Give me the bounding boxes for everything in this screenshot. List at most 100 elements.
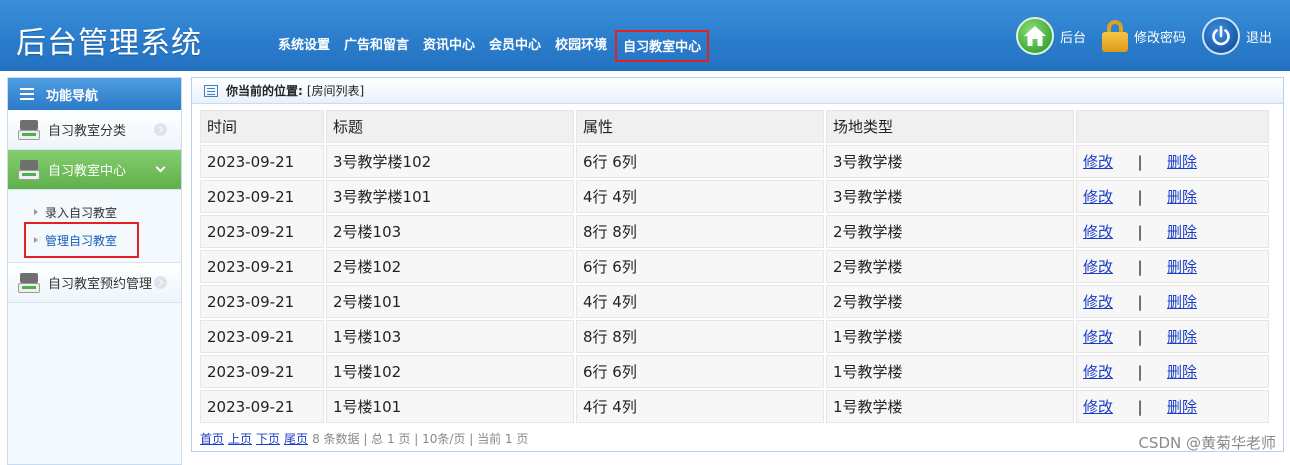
cell-venue-type: 2号教学楼 [826, 285, 1074, 318]
sidebar-title: 功能导航 [46, 88, 99, 104]
header-bar: 后台管理系统 系统设置 广告和留言 资讯中心 会员中心 校园环境 自习教室中心 … [0, 0, 1290, 71]
delete-link[interactable]: 删除 [1167, 258, 1197, 276]
action-separator: | [1137, 188, 1143, 206]
cell-venue-type: 3号教学楼 [826, 180, 1074, 213]
sidebar-group-room-center[interactable]: 自习教室中心 [8, 150, 181, 190]
action-separator: | [1137, 363, 1143, 381]
column-header-time: 时间 [200, 110, 324, 143]
edit-link[interactable]: 修改 [1083, 153, 1113, 171]
cell-time: 2023-09-21 [200, 180, 324, 213]
nav-system-settings[interactable]: 系统设置 [272, 30, 336, 62]
sidebar-group-room-category[interactable]: 自习教室分类 [8, 110, 181, 150]
delete-link[interactable]: 删除 [1167, 328, 1197, 346]
room-table: 时间 标题 属性 场地类型 2023-09-21 3号教学楼102 6行 6列 3号教… [198, 108, 1271, 425]
sidebar-item-add-room[interactable]: 录入自习教室 [34, 198, 117, 226]
delete-link[interactable]: 删除 [1167, 188, 1197, 206]
nav-campus-environment[interactable]: 校园环境 [549, 30, 613, 62]
pager-first-link[interactable]: 首页 [200, 432, 224, 446]
main-panel: 你当前的位置: [房间列表] 时间 标题 属性 场地类型 2023-09-21 3… [191, 77, 1284, 452]
cell-venue-type: 1号教学楼 [826, 320, 1074, 353]
action-separator: | [1137, 398, 1143, 416]
table-row: 2023-09-21 1号楼103 8行 8列 1号教学楼 修改 | 删除 [200, 320, 1269, 353]
table-row: 2023-09-21 2号楼101 4行 4列 2号教学楼 修改 | 删除 [200, 285, 1269, 318]
edit-link[interactable]: 修改 [1083, 363, 1113, 381]
nav-ads-messages[interactable]: 广告和留言 [338, 30, 415, 62]
cell-time: 2023-09-21 [200, 250, 324, 283]
column-header-venue-type: 场地类型 [826, 110, 1074, 143]
sidebar-item-manage-room[interactable]: 管理自习教室 [23, 222, 140, 258]
cell-time: 2023-09-21 [200, 355, 324, 388]
cell-actions: 修改 | 删除 [1076, 320, 1269, 353]
pager-prev-link[interactable]: 上页 [228, 432, 252, 446]
cell-title: 2号楼101 [326, 285, 574, 318]
cell-actions: 修改 | 删除 [1076, 390, 1269, 423]
edit-link[interactable]: 修改 [1083, 188, 1113, 206]
action-separator: | [1137, 293, 1143, 311]
delete-link[interactable]: 删除 [1167, 293, 1197, 311]
cell-title: 3号教学楼102 [326, 145, 574, 178]
document-icon [204, 84, 218, 97]
brand-title: 后台管理系统 [16, 26, 202, 61]
sidebar-header: 功能导航 [8, 78, 181, 110]
sidebar-submenu: 录入自习教室 管理自习教室 [8, 190, 181, 263]
cell-attribute: 8行 8列 [576, 320, 824, 353]
cell-time: 2023-09-21 [200, 145, 324, 178]
chevron-down-icon [154, 163, 167, 176]
pager-last-link[interactable]: 尾页 [284, 432, 308, 446]
nav-study-room-center[interactable]: 自习教室中心 [615, 30, 710, 62]
cell-venue-type: 1号教学楼 [826, 390, 1074, 423]
table-row: 2023-09-21 1号楼101 4行 4列 1号教学楼 修改 | 删除 [200, 390, 1269, 423]
cell-title: 3号教学楼101 [326, 180, 574, 213]
cell-title: 2号楼103 [326, 215, 574, 248]
breadcrumb-value: [房间列表] [306, 84, 365, 98]
delete-link[interactable]: 删除 [1167, 223, 1197, 241]
cell-actions: 修改 | 删除 [1076, 180, 1269, 213]
delete-link[interactable]: 删除 [1167, 363, 1197, 381]
action-separator: | [1137, 328, 1143, 346]
delete-link[interactable]: 删除 [1167, 153, 1197, 171]
pager-next-link[interactable]: 下页 [256, 432, 280, 446]
cell-actions: 修改 | 删除 [1076, 215, 1269, 248]
top-nav: 系统设置 广告和留言 资讯中心 会员中心 校园环境 自习教室中心 [272, 30, 711, 62]
cell-attribute: 4行 4列 [576, 390, 824, 423]
cell-title: 2号楼102 [326, 250, 574, 283]
edit-link[interactable]: 修改 [1083, 223, 1113, 241]
home-button[interactable]: 后台 [1015, 17, 1086, 55]
sidebar-group-label: 自习教室中心 [48, 164, 127, 179]
table-row: 2023-09-21 1号楼102 6行 6列 1号教学楼 修改 | 删除 [200, 355, 1269, 388]
cell-actions: 修改 | 删除 [1076, 145, 1269, 178]
breadcrumb: 你当前的位置: [房间列表] [192, 78, 1283, 104]
sidebar-group-reservation[interactable]: 自习教室预约管理 [8, 263, 181, 303]
sidebar-group-label: 自习教室预约管理 [48, 277, 153, 292]
cell-time: 2023-09-21 [200, 320, 324, 353]
sidebar: 功能导航 自习教室分类 自习教室中心 录入自习教室 管理自习教室 自习教室预约管… [7, 77, 182, 465]
edit-link[interactable]: 修改 [1083, 293, 1113, 311]
logout-label: 退出 [1245, 30, 1272, 46]
cell-attribute: 6行 6列 [576, 145, 824, 178]
table-row: 2023-09-21 2号楼103 8行 8列 2号教学楼 修改 | 删除 [200, 215, 1269, 248]
chevron-right-icon [154, 123, 167, 136]
column-header-actions [1076, 110, 1269, 143]
computer-icon [18, 272, 40, 294]
pagination: 首页 上页 下页 尾页 8 条数据 | 总 1 页 | 10条/页 | 当前 1 页 [200, 430, 528, 447]
cell-title: 1号楼101 [326, 390, 574, 423]
cell-venue-type: 1号教学楼 [826, 355, 1074, 388]
edit-link[interactable]: 修改 [1083, 328, 1113, 346]
nav-member-center[interactable]: 会员中心 [483, 30, 547, 62]
nav-news-center[interactable]: 资讯中心 [417, 30, 481, 62]
pager-summary: 8 条数据 | 总 1 页 | 10条/页 | 当前 1 页 [312, 432, 529, 446]
table-row: 2023-09-21 3号教学楼101 4行 4列 3号教学楼 修改 | 删除 [200, 180, 1269, 213]
action-separator: | [1137, 223, 1143, 241]
cell-time: 2023-09-21 [200, 215, 324, 248]
logout-button[interactable]: 退出 [1201, 17, 1272, 55]
chevron-right-icon [154, 276, 167, 289]
menu-list-icon [20, 88, 34, 100]
table-row: 2023-09-21 2号楼102 6行 6列 2号教学楼 修改 | 删除 [200, 250, 1269, 283]
edit-link[interactable]: 修改 [1083, 398, 1113, 416]
lock-icon [1101, 20, 1128, 52]
edit-link[interactable]: 修改 [1083, 258, 1113, 276]
change-password-button[interactable]: 修改密码 [1101, 20, 1186, 52]
delete-link[interactable]: 删除 [1167, 398, 1197, 416]
cell-attribute: 4行 4列 [576, 180, 824, 213]
table-row: 2023-09-21 3号教学楼102 6行 6列 3号教学楼 修改 | 删除 [200, 145, 1269, 178]
